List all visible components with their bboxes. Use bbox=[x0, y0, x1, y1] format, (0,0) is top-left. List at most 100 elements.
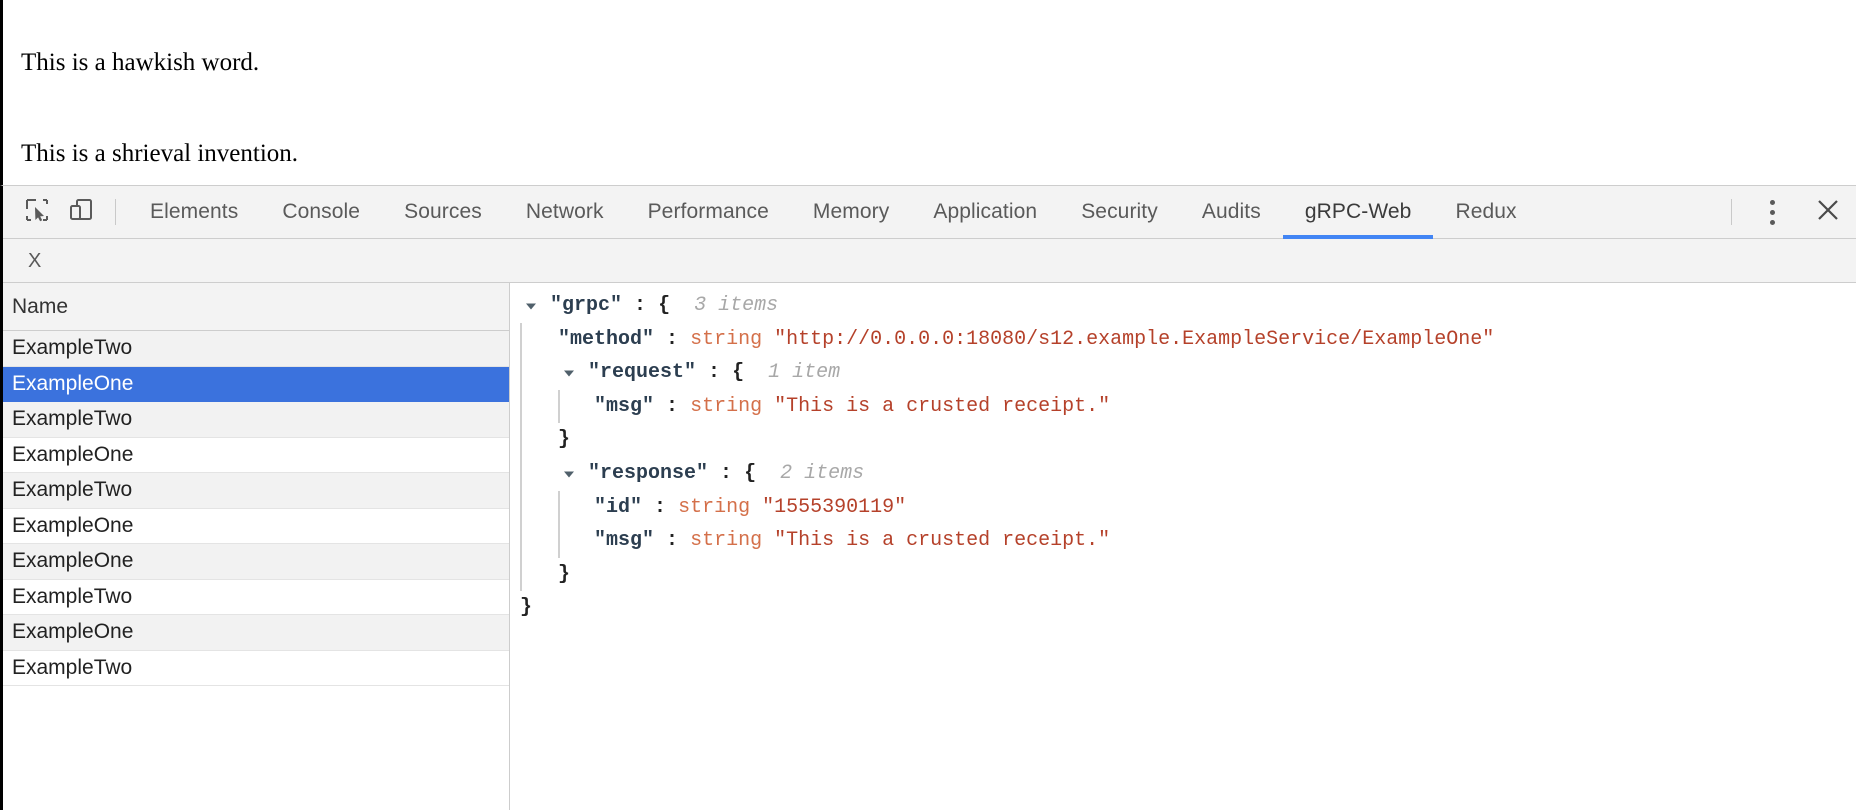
web-page-content: This is a hawkish word. This is a shriev… bbox=[0, 0, 1856, 185]
list-item[interactable]: ExampleTwo bbox=[3, 331, 509, 367]
devtools-panel: Elements Console Sources Network Perform… bbox=[0, 185, 1856, 810]
column-header-name: Name bbox=[12, 294, 69, 318]
json-colon: : bbox=[666, 327, 679, 351]
clear-button[interactable]: X bbox=[22, 247, 47, 275]
json-type: string bbox=[690, 394, 763, 418]
page-line: This is a shrieval invention. bbox=[21, 140, 299, 168]
chevron-down-icon[interactable] bbox=[558, 366, 580, 380]
json-row-request-close: } bbox=[510, 423, 1856, 457]
toolbar-divider bbox=[1731, 199, 1732, 225]
json-value[interactable]: "This is a crusted receipt." bbox=[774, 524, 1110, 558]
json-colon: : bbox=[666, 394, 679, 418]
json-value[interactable]: "http://0.0.0.0:18080/s12.example.Exampl… bbox=[774, 323, 1494, 357]
list-item[interactable]: ExampleTwo bbox=[3, 650, 509, 686]
json-guide-line bbox=[520, 524, 522, 558]
kebab-dot bbox=[1769, 199, 1775, 205]
json-guide-line bbox=[558, 490, 560, 525]
list-item[interactable]: ExampleTwo bbox=[3, 402, 509, 438]
json-guide-line bbox=[520, 456, 522, 491]
request-list-rows: ExampleTwo ExampleOne ExampleTwo Example… bbox=[3, 331, 509, 810]
list-item[interactable]: ExampleOne bbox=[3, 437, 509, 473]
json-row-method: "method" : string "http://0.0.0.0:18080/… bbox=[510, 322, 1856, 357]
json-type: string bbox=[690, 529, 763, 553]
tab-security[interactable]: Security bbox=[1059, 186, 1180, 238]
list-item[interactable]: ExampleTwo bbox=[3, 473, 509, 509]
json-key: "msg" bbox=[594, 394, 655, 418]
tab-network[interactable]: Network bbox=[504, 186, 626, 238]
tab-grpc-web[interactable]: gRPC-Web bbox=[1282, 186, 1434, 239]
list-item[interactable]: ExampleOne bbox=[3, 508, 509, 544]
tab-application[interactable]: Application bbox=[911, 186, 1059, 238]
json-guide-line bbox=[520, 322, 522, 357]
tab-elements[interactable]: Elements bbox=[128, 186, 260, 238]
page-text-block: This is a hawkish word. This is a shriev… bbox=[3, 0, 1856, 185]
json-row-response: "response" : { 2 items bbox=[510, 456, 1856, 491]
list-item[interactable]: ExampleOne bbox=[3, 615, 509, 651]
json-close-brace: } bbox=[558, 428, 571, 452]
json-key: "id" bbox=[594, 495, 643, 519]
json-row-root-close: } bbox=[510, 591, 1856, 625]
json-row-response-id: "id" : string "1555390119" bbox=[510, 490, 1856, 525]
json-guide-line bbox=[520, 490, 522, 525]
json-value[interactable]: "1555390119" bbox=[762, 491, 906, 525]
grpc-subtoolbar: X bbox=[3, 239, 1856, 283]
kebab-dot bbox=[1769, 219, 1775, 225]
json-row-response-msg: "msg" : string "This is a crusted receip… bbox=[510, 524, 1856, 558]
json-key: "grpc" bbox=[550, 294, 623, 317]
json-close-brace: } bbox=[558, 562, 571, 586]
json-key: "method" bbox=[558, 327, 655, 351]
tab-sources[interactable]: Sources bbox=[382, 186, 504, 238]
grpc-content-split: Name ExampleTwo ExampleOne ExampleTwo Ex… bbox=[3, 283, 1856, 810]
more-options-button[interactable] bbox=[1744, 186, 1800, 238]
json-guide-line bbox=[520, 423, 522, 457]
devtools-tabbar-actions bbox=[1719, 186, 1856, 238]
page-line: This is a hawkish word. bbox=[21, 48, 260, 76]
json-guide-line bbox=[520, 356, 522, 390]
json-key: "response" bbox=[588, 461, 709, 485]
json-type: string bbox=[690, 327, 763, 351]
inspect-element-icon bbox=[24, 197, 50, 228]
json-value[interactable]: "This is a crusted receipt." bbox=[774, 390, 1110, 424]
json-guide-line bbox=[520, 557, 522, 592]
device-toolbar-icon bbox=[68, 197, 94, 228]
tab-console[interactable]: Console bbox=[260, 186, 382, 238]
json-item-count: 2 items bbox=[780, 461, 865, 485]
tab-audits[interactable]: Audits bbox=[1180, 186, 1283, 238]
device-toolbar-button[interactable] bbox=[59, 186, 103, 238]
json-guide-line bbox=[558, 389, 560, 424]
json-open-brace: { bbox=[658, 294, 671, 317]
json-key: "msg" bbox=[594, 529, 655, 553]
devtools-tabbar: Elements Console Sources Network Perform… bbox=[3, 186, 1856, 239]
json-key: "request" bbox=[588, 361, 697, 385]
list-item[interactable]: ExampleOne bbox=[3, 544, 509, 580]
json-row-request-msg: "msg" : string "This is a crusted receip… bbox=[510, 389, 1856, 424]
json-row-root: "grpc" : { 3 items bbox=[510, 289, 1856, 323]
json-item-count: 1 item bbox=[768, 361, 841, 385]
json-row-request: "request" : { 1 item bbox=[510, 356, 1856, 390]
json-open-brace: { bbox=[732, 361, 745, 385]
json-detail-pane: "grpc" : { 3 items "method" : string "ht… bbox=[510, 283, 1856, 810]
list-item[interactable]: ExampleOne bbox=[3, 366, 509, 402]
chevron-down-icon[interactable] bbox=[520, 299, 542, 313]
close-devtools-button[interactable] bbox=[1800, 186, 1856, 238]
json-colon: : bbox=[708, 361, 721, 385]
more-options-icon bbox=[1769, 197, 1775, 227]
request-list-header: Name bbox=[3, 283, 509, 331]
close-icon bbox=[1815, 197, 1841, 228]
chevron-down-icon[interactable] bbox=[558, 467, 580, 481]
json-colon: : bbox=[634, 294, 647, 317]
json-close-brace: } bbox=[520, 596, 533, 620]
kebab-dot bbox=[1769, 209, 1775, 215]
json-guide-line bbox=[558, 524, 560, 558]
list-item[interactable]: ExampleTwo bbox=[3, 579, 509, 615]
json-row-response-close: } bbox=[510, 557, 1856, 592]
inspect-element-button[interactable] bbox=[15, 186, 59, 238]
tab-redux[interactable]: Redux bbox=[1433, 186, 1538, 238]
devtools-tab-list: Elements Console Sources Network Perform… bbox=[128, 186, 1719, 239]
json-open-brace: { bbox=[744, 461, 757, 485]
toolbar-divider bbox=[115, 199, 116, 225]
request-list-pane: Name ExampleTwo ExampleOne ExampleTwo Ex… bbox=[3, 283, 510, 810]
json-colon: : bbox=[654, 495, 667, 519]
tab-memory[interactable]: Memory bbox=[791, 186, 911, 238]
tab-performance[interactable]: Performance bbox=[626, 186, 791, 238]
